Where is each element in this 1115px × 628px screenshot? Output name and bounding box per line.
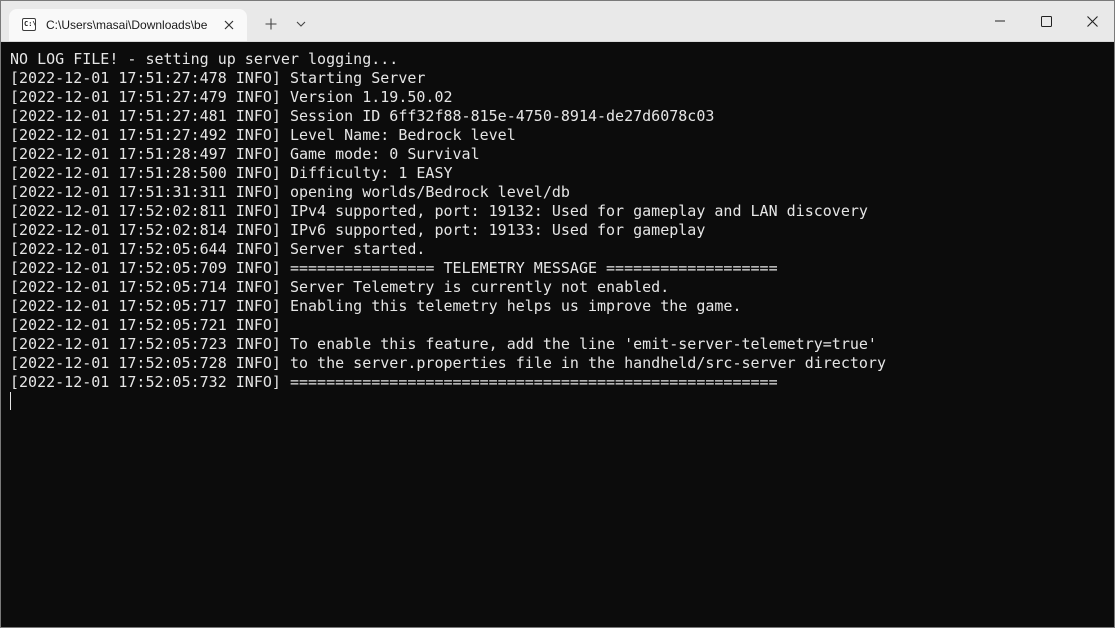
log-line: [2022-12-01 17:51:27:492 INFO] Level Nam…: [10, 126, 516, 144]
log-line: [2022-12-01 17:52:05:717 INFO] Enabling …: [10, 297, 742, 315]
text-cursor: [10, 392, 11, 410]
minimize-button[interactable]: [977, 1, 1023, 41]
log-line: [2022-12-01 17:52:05:728 INFO] to the se…: [10, 354, 886, 372]
terminal-icon: C:\: [22, 18, 36, 31]
log-line: [2022-12-01 17:51:27:481 INFO] Session I…: [10, 107, 715, 125]
log-line: NO LOG FILE! - setting up server logging…: [10, 50, 399, 68]
terminal-icon-glyph: C:\: [24, 20, 36, 28]
log-line: [2022-12-01 17:51:27:478 INFO] Starting …: [10, 69, 426, 87]
plus-icon: [265, 18, 277, 30]
terminal-tab[interactable]: C:\ C:\Users\masai\Downloads\be: [9, 9, 247, 41]
tab-dropdown-button[interactable]: [290, 13, 312, 35]
log-line: [2022-12-01 17:52:05:732 INFO] =========…: [10, 373, 778, 391]
terminal-output[interactable]: NO LOG FILE! - setting up server logging…: [1, 42, 1114, 627]
maximize-button[interactable]: [1023, 1, 1069, 41]
title-bar[interactable]: C:\ C:\Users\masai\Downloads\be: [1, 1, 1114, 42]
log-lines: NO LOG FILE! - setting up server logging…: [10, 50, 886, 392]
maximize-icon: [1040, 15, 1052, 27]
close-icon: [224, 20, 234, 30]
log-line: [2022-12-01 17:51:31:311 INFO] opening w…: [10, 183, 570, 201]
log-line: [2022-12-01 17:52:02:814 INFO] IPv6 supp…: [10, 221, 706, 239]
minimize-icon: [995, 20, 1005, 22]
chevron-down-icon: [296, 21, 306, 27]
log-line: [2022-12-01 17:51:28:497 INFO] Game mode…: [10, 145, 480, 163]
close-icon: [1086, 15, 1098, 27]
close-tab-button[interactable]: [220, 16, 238, 34]
log-line: [2022-12-01 17:52:05:721 INFO]: [10, 316, 281, 334]
tab-title: C:\Users\masai\Downloads\be: [46, 18, 208, 32]
close-window-button[interactable]: [1069, 1, 1114, 41]
log-line: [2022-12-01 17:52:05:714 INFO] Server Te…: [10, 278, 670, 296]
log-line: [2022-12-01 17:52:05:723 INFO] To enable…: [10, 335, 877, 353]
log-line: [2022-12-01 17:52:05:644 INFO] Server st…: [10, 240, 426, 258]
log-line: [2022-12-01 17:52:02:811 INFO] IPv4 supp…: [10, 202, 868, 220]
terminal-window: C:\ C:\Users\masai\Downloads\be NO LOG F…: [0, 0, 1115, 628]
new-tab-button[interactable]: [260, 13, 282, 35]
log-line: [2022-12-01 17:51:28:500 INFO] Difficult…: [10, 164, 453, 182]
log-line: [2022-12-01 17:51:27:479 INFO] Version 1…: [10, 88, 453, 106]
log-line: [2022-12-01 17:52:05:709 INFO] =========…: [10, 259, 778, 277]
